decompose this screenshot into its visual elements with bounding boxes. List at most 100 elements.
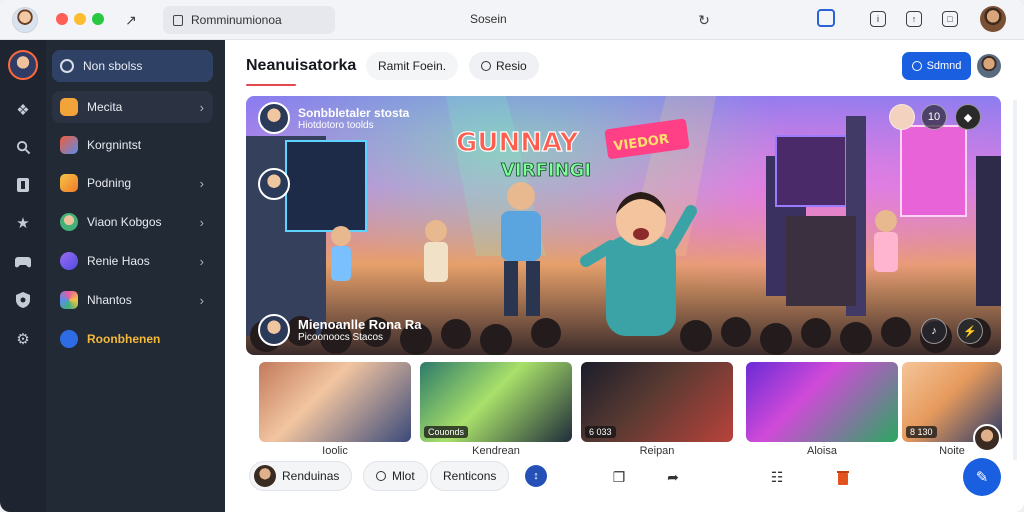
bolt-icon[interactable]: ⚡ — [957, 318, 983, 344]
page-title: Neanuisatorka — [246, 57, 357, 74]
mic-icon[interactable]: ↕ — [525, 465, 547, 487]
hero-bottom-subtitle: Picoonoocs Stacos — [298, 332, 384, 343]
shield-icon[interactable] — [13, 290, 33, 310]
maximize-window-button[interactable] — [92, 13, 104, 25]
secondary-avatar[interactable] — [258, 168, 290, 200]
chip-renticons[interactable]: Renticons — [430, 461, 510, 491]
grid-icon — [60, 98, 78, 116]
sidebar-item-label: Renie Haos — [87, 254, 150, 268]
thumbnail-card[interactable] — [746, 362, 898, 442]
icon-rail: ❖ ★ ⚙ — [0, 40, 46, 512]
chevron-right-icon: › — [199, 292, 204, 308]
sidebar-item-label: Korgnintst — [87, 138, 142, 152]
chip-avatar — [254, 465, 276, 487]
gem-icon[interactable]: ◆ — [955, 104, 981, 130]
main-content: Neanuisatorka Ramit Foein. Resio Sdmnd G… — [225, 40, 1024, 512]
sidebar-item-themes[interactable]: Nhantos › — [52, 284, 213, 316]
host-avatar[interactable] — [258, 314, 290, 346]
gamepad-icon[interactable] — [13, 252, 33, 272]
star-icon[interactable]: ★ — [13, 213, 33, 233]
chip-label: Mlot — [392, 469, 415, 483]
creator-avatar[interactable] — [258, 102, 290, 134]
badge-count[interactable]: 10 — [921, 104, 947, 130]
trash-icon[interactable] — [833, 467, 853, 487]
chip-label: Renduinas — [282, 469, 340, 483]
compose-fab-button[interactable]: ✎ — [963, 458, 1001, 496]
participant-avatar[interactable] — [889, 104, 915, 130]
tag-icon — [60, 136, 78, 154]
hero-top-title: Sonbbletaler stosta — [298, 105, 410, 120]
profile-avatar[interactable] — [12, 7, 38, 33]
sidebar-item-media[interactable]: Mecita › — [52, 91, 213, 123]
hero-top-card: Sonbbletaler stosta Hiotdotoro toolds — [258, 102, 409, 134]
hero-bottom-card: Mienoanlle Rona Ra Picoonoocs Stacos — [258, 314, 422, 346]
thumbnail-badge: Couonds — [424, 426, 469, 438]
tab-resio[interactable]: Resio — [469, 52, 539, 80]
send-button[interactable]: Sdmnd — [902, 52, 971, 80]
thumbnail-card[interactable]: 6 033 — [581, 362, 733, 442]
circle-icon — [481, 61, 491, 71]
tabs-icon[interactable]: □ — [942, 11, 958, 27]
gear-icon[interactable]: ⚙ — [13, 329, 33, 349]
close-window-button[interactable] — [56, 13, 68, 25]
info-icon[interactable]: i — [870, 11, 886, 27]
thumbnail-label: Kendrean — [472, 445, 520, 457]
rail-avatar[interactable] — [8, 50, 38, 80]
thumbnail-label: Aloisa — [807, 445, 837, 457]
chip-mlot[interactable]: Mlot — [363, 461, 428, 491]
hero-banner[interactable]: GUNNAY VIRFINGI VIEDOR Sonbbletaler stos… — [246, 96, 1001, 355]
chevron-right-icon: › — [199, 99, 204, 115]
minimize-window-button[interactable] — [74, 13, 86, 25]
home-icon — [60, 59, 74, 73]
puzzle-icon[interactable]: ❖ — [13, 100, 33, 120]
sidebar-item-label: Mecita — [87, 100, 123, 114]
send-button-label: Sdmnd — [926, 60, 962, 72]
palette-icon — [60, 291, 78, 309]
book-icon[interactable] — [13, 175, 33, 195]
sidebar-item-categories[interactable]: Korgnintst — [52, 129, 213, 161]
plus-circle-icon — [911, 61, 922, 71]
address-text: Romminumionoa — [191, 13, 282, 27]
search-icon[interactable] — [13, 137, 33, 157]
floating-avatar[interactable] — [973, 424, 1001, 452]
sidebar-item-pending[interactable]: Podning › — [52, 167, 213, 199]
thumbnail-label: Ioolic — [322, 445, 348, 457]
gift-icon[interactable]: ❐ — [609, 467, 629, 487]
hero-top-subtitle: Hiotdotoro toolds — [298, 119, 374, 131]
sidebar-item-label: Viaon Kobgos — [87, 215, 162, 229]
sparkle-icon — [60, 252, 78, 270]
address-bar[interactable]: Romminumionoa — [163, 6, 335, 34]
sidebar-item-news[interactable]: Renie Haos › — [52, 245, 213, 277]
active-tab-indicator — [246, 84, 296, 86]
tab-label: Resio — [496, 59, 527, 73]
share-arrow-icon[interactable]: ➦ — [663, 467, 683, 487]
sidebar-item-label: Nhantos — [87, 293, 132, 307]
chip-label: Renticons — [443, 469, 497, 483]
sidebar-menu: Non sbolss Mecita › Korgnintst Podning ›… — [46, 40, 225, 512]
thumbnail-card[interactable] — [259, 362, 411, 442]
thumbnail-badge: 6 033 — [585, 426, 616, 438]
sidebar-item-label: Non sbolss — [83, 59, 143, 73]
chip-renduinas[interactable]: Renduinas — [249, 461, 353, 491]
thumbnail-card[interactable]: Couonds — [420, 362, 572, 442]
hero-banner-subtext: VIRFINGI — [501, 160, 591, 181]
hero-banner-text: GUNNAY — [456, 128, 580, 158]
tab-label: Ramit Foein. — [378, 59, 447, 73]
header-avatar[interactable] — [977, 54, 1001, 78]
badge-count-label: 10 — [927, 111, 941, 123]
scrollbar[interactable] — [1013, 100, 1017, 460]
sidebar-item-video[interactable]: Viaon Kobgos › — [52, 206, 213, 238]
layout-icon[interactable]: ☷ — [767, 467, 787, 487]
sidebar-item-premium[interactable]: Roonbhenen — [52, 323, 213, 355]
sidebar-item-home[interactable]: Non sbolss — [52, 50, 213, 82]
reload-icon[interactable]: ↻ — [693, 9, 715, 31]
pin-icon[interactable]: ↗ — [120, 9, 142, 31]
tab-random[interactable]: Ramit Foein. — [366, 52, 459, 80]
extension-icon[interactable] — [817, 9, 835, 27]
sidebar-item-label: Roonbhenen — [87, 332, 161, 346]
user-avatar[interactable] — [980, 6, 1006, 32]
music-icon[interactable]: ♪ — [921, 318, 947, 344]
hero-bottom-title: Mienoanlle Rona Ra — [298, 317, 422, 332]
app-window: ↗ Romminumionoa Sosein ↻ i ↑ □ ❖ ★ ⚙ Non… — [0, 0, 1024, 512]
share-icon[interactable]: ↑ — [906, 11, 922, 27]
